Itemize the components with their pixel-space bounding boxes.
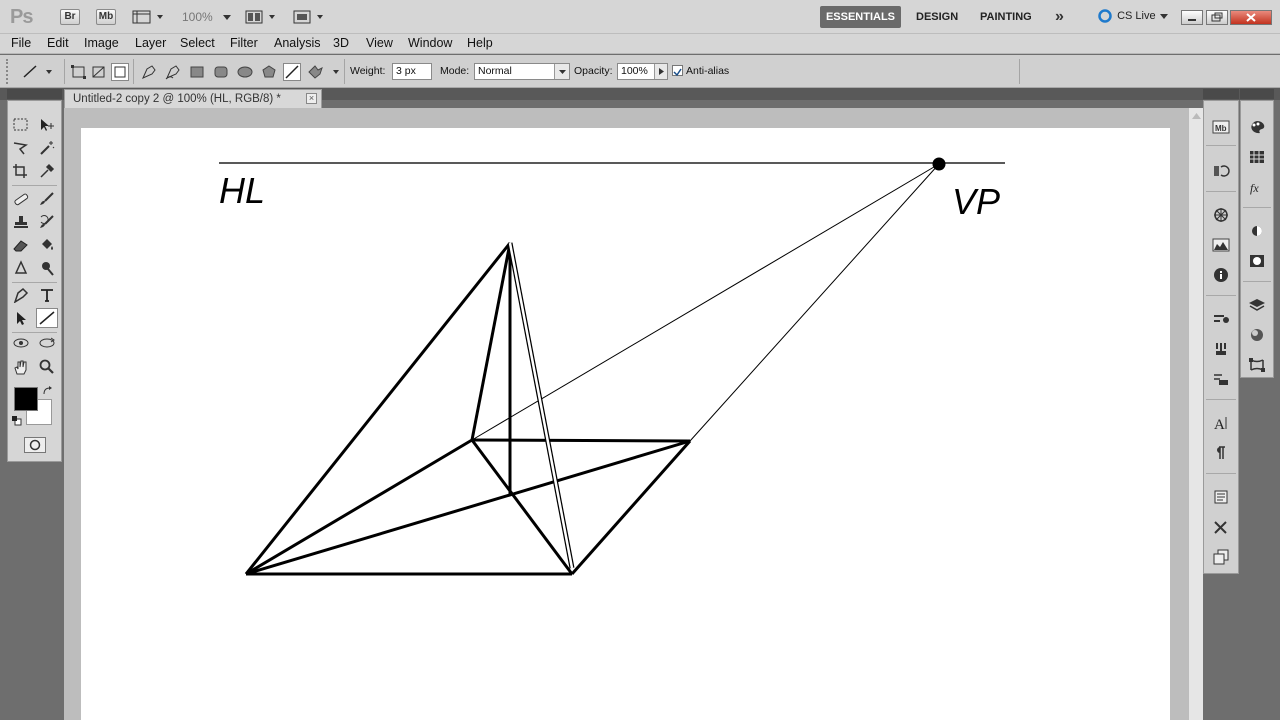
separator	[1206, 191, 1236, 192]
tools-icon	[1214, 521, 1227, 534]
brush-presets-icon	[1214, 315, 1229, 323]
separator	[1206, 399, 1236, 400]
separator	[1206, 473, 1236, 474]
character-panel-button[interactable]: A	[1210, 413, 1232, 433]
layers-panel-button[interactable]	[1246, 295, 1268, 315]
notes-icon	[1214, 490, 1228, 504]
masks-panel-button[interactable]	[1246, 251, 1268, 271]
separator	[1206, 145, 1236, 146]
svg-text:A: A	[1214, 417, 1225, 431]
paragraph-icon	[1217, 446, 1225, 459]
compass-icon	[1214, 208, 1228, 222]
vertical-scrollbar[interactable]	[1188, 108, 1203, 720]
history-icon	[1214, 165, 1230, 177]
character-icon: A	[1214, 417, 1227, 431]
base-diagonal-1	[245, 439, 691, 576]
swatches-panel-button[interactable]	[1246, 147, 1268, 167]
svg-text:fx: fx	[1250, 181, 1259, 195]
color-panel-button[interactable]	[1246, 117, 1268, 137]
palette-icon	[1251, 121, 1265, 134]
panel-dock-header[interactable]	[1240, 89, 1274, 99]
brush-panel-button[interactable]	[1210, 339, 1232, 359]
base-diagonal-2	[470, 439, 574, 575]
layers-icon	[1249, 299, 1265, 311]
swatches-icon	[1250, 151, 1264, 163]
pyramid-edge-front-right-inner	[508, 242, 574, 569]
paths-icon	[1249, 358, 1265, 372]
clone-source-icon	[1214, 374, 1228, 385]
brushes-icon	[1216, 343, 1226, 355]
perspective-drawing	[219, 157, 1005, 576]
histogram-icon	[1212, 238, 1230, 252]
horizon-line-label: HL	[219, 170, 266, 211]
panel-dock-header[interactable]	[1203, 89, 1239, 99]
svg-text:Mb: Mb	[1215, 124, 1227, 133]
info-panel-button[interactable]	[1210, 265, 1232, 285]
paragraph-panel-button[interactable]	[1210, 443, 1232, 463]
separator	[1243, 281, 1271, 282]
history-panel-button[interactable]	[1210, 161, 1232, 181]
channels-icon	[1251, 329, 1263, 341]
notes-panel-button[interactable]	[1210, 487, 1232, 507]
fx-icon: fx	[1250, 181, 1259, 195]
tool-presets-panel-button[interactable]	[1210, 517, 1232, 537]
mini-bridge-icon: Mb	[1212, 120, 1230, 134]
styles-panel-button[interactable]: fx	[1246, 177, 1268, 197]
histogram-panel-button[interactable]	[1210, 235, 1232, 255]
base-right-edge	[570, 440, 692, 575]
mini-bridge-panel-button[interactable]: Mb	[1210, 117, 1232, 137]
vanishing-point-label: VP	[952, 181, 1001, 222]
channels-panel-button[interactable]	[1246, 325, 1268, 345]
foreground-color-swatch-top[interactable]	[14, 387, 38, 411]
layer-comps-icon	[1213, 549, 1229, 565]
pyramid-edge-front-left	[244, 242, 512, 575]
panel-dock-icons: Mb A	[1203, 100, 1239, 574]
orthogonal-line-right	[689, 163, 940, 442]
adjustments-panel-button[interactable]	[1246, 221, 1268, 241]
base-back-edge	[471, 438, 691, 443]
mask-icon	[1250, 255, 1264, 267]
pyramid-edge-back-left	[470, 242, 512, 441]
layer-comps-panel-button[interactable]	[1210, 547, 1232, 567]
clone-source-panel-button[interactable]	[1210, 369, 1232, 389]
panel-dock-icons-secondary: fx	[1240, 100, 1274, 378]
scroll-up-icon[interactable]	[1192, 113, 1201, 119]
info-icon	[1214, 268, 1228, 282]
navigator-panel-button[interactable]	[1210, 205, 1232, 225]
adjustments-icon	[1252, 226, 1262, 236]
base-left-edge	[245, 438, 473, 576]
paths-panel-button[interactable]	[1246, 355, 1268, 375]
separator	[1243, 207, 1271, 208]
separator	[1206, 295, 1236, 296]
brush-presets-panel-button[interactable]	[1210, 309, 1232, 329]
